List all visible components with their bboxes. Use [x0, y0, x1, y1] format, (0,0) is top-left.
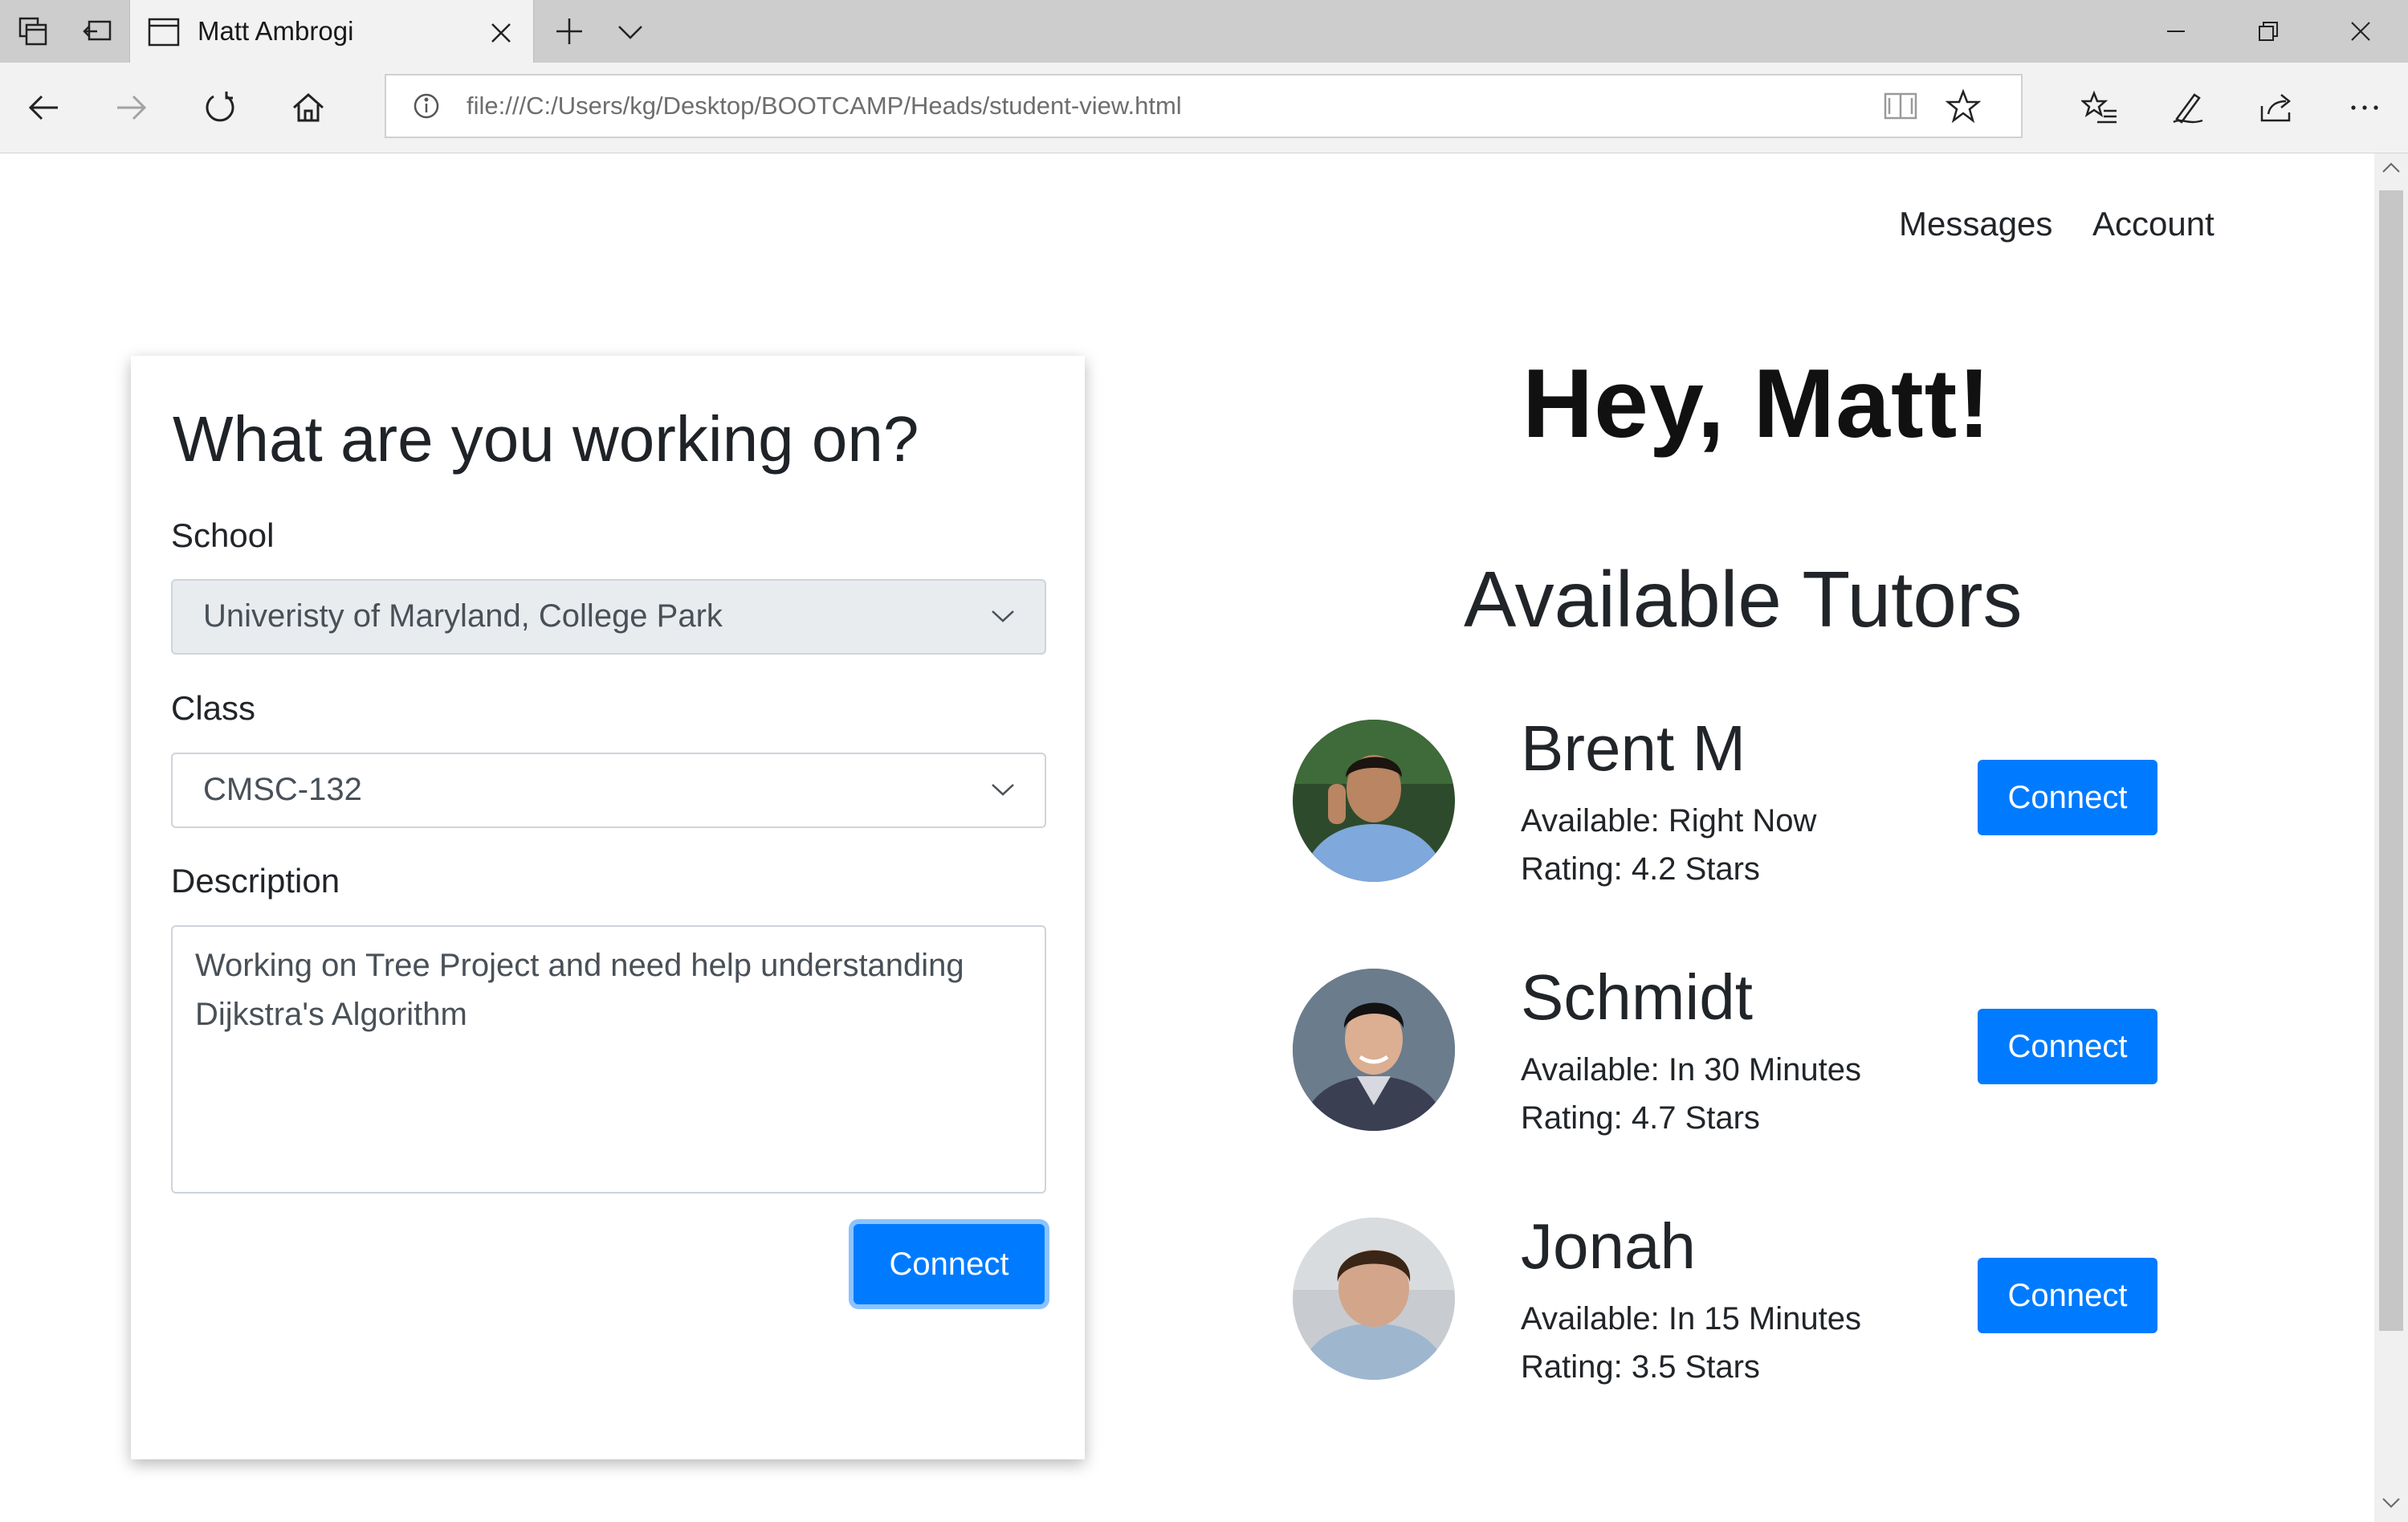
tab-active[interactable]: Matt Ambrogi: [129, 0, 534, 64]
set-aside-tabs-icon[interactable]: [10, 8, 56, 55]
form-title: What are you working on?: [173, 403, 919, 475]
school-select[interactable]: Univeristy of Maryland, College Park: [171, 579, 1046, 655]
school-label: School: [171, 516, 275, 554]
nav-link-account[interactable]: Account: [2092, 205, 2214, 243]
scroll-up-icon[interactable]: [2382, 161, 2401, 174]
tutor-availability: Available: In 15 Minutes: [1521, 1301, 1861, 1336]
refresh-icon[interactable]: [197, 84, 243, 131]
tutor-rating: Rating: 4.7 Stars: [1521, 1100, 1760, 1136]
available-tutors-heading: Available Tutors: [1464, 555, 2023, 643]
greeting-heading: Hey, Matt!: [1522, 349, 1991, 458]
class-select[interactable]: CMSC-132: [171, 753, 1046, 828]
reading-view-icon[interactable]: [1883, 90, 1918, 122]
address-bar: file:///C:/Users/kg/Desktop/BOOTCAMP/Hea…: [0, 63, 2408, 153]
url-field[interactable]: file:///C:/Users/kg/Desktop/BOOTCAMP/Hea…: [385, 74, 2023, 138]
tutor-name: Brent M: [1521, 712, 1746, 784]
share-icon[interactable]: [2253, 84, 2300, 131]
tutor-connect-button[interactable]: Connect: [1978, 760, 2157, 835]
favorites-hub-icon[interactable]: [2076, 84, 2123, 131]
info-icon[interactable]: [412, 92, 441, 120]
restore-icon[interactable]: [2224, 0, 2312, 63]
class-select-value: CMSC-132: [203, 772, 362, 807]
tab-preview-icon[interactable]: [74, 8, 120, 55]
favorite-star-icon[interactable]: [1946, 88, 1981, 124]
form-connect-button[interactable]: Connect: [854, 1224, 1045, 1304]
more-menu-icon[interactable]: [2341, 84, 2388, 131]
school-select-value: Univeristy of Maryland, College Park: [203, 598, 723, 634]
vertical-scrollbar[interactable]: [2374, 153, 2408, 1522]
description-label: Description: [171, 862, 340, 900]
page-icon: [148, 18, 180, 47]
chevron-down-icon: [990, 781, 1016, 798]
scrollbar-thumb[interactable]: [2379, 190, 2403, 1331]
nav-link-messages[interactable]: Messages: [1899, 205, 2052, 243]
tutor-rating: Rating: 4.2 Stars: [1521, 851, 1760, 887]
minimize-icon[interactable]: [2132, 0, 2220, 63]
description-textarea[interactable]: Working on Tree Project and need help un…: [171, 925, 1046, 1194]
avatar: [1293, 969, 1455, 1131]
avatar: [1293, 1218, 1455, 1380]
tutor-name: Jonah: [1521, 1210, 1696, 1282]
scroll-down-icon[interactable]: [2382, 1496, 2401, 1509]
tutor-card: Brent M Available: Right Now Rating: 4.2…: [1293, 712, 2256, 888]
class-label: Class: [171, 689, 256, 727]
home-icon[interactable]: [285, 84, 332, 131]
tutor-connect-button[interactable]: Connect: [1978, 1009, 2157, 1084]
tutor-rating: Rating: 3.5 Stars: [1521, 1349, 1760, 1385]
tutor-card: Jonah Available: In 15 Minutes Rating: 3…: [1293, 1210, 2256, 1386]
tab-list-chevron-icon[interactable]: [607, 8, 654, 55]
tutor-name: Schmidt: [1521, 961, 1753, 1033]
tab-title: Matt Ambrogi: [198, 16, 354, 46]
notes-pen-icon[interactable]: [2165, 84, 2211, 131]
request-form-card: What are you working on? School Univeris…: [131, 356, 1085, 1459]
url-text: file:///C:/Users/kg/Desktop/BOOTCAMP/Hea…: [467, 92, 1182, 120]
close-tab-icon[interactable]: [483, 15, 519, 51]
new-tab-icon[interactable]: [546, 8, 593, 55]
forward-icon[interactable]: [108, 84, 155, 131]
close-window-icon[interactable]: [2316, 0, 2405, 63]
tutor-card: Schmidt Available: In 30 Minutes Rating:…: [1293, 961, 2256, 1137]
tab-bar: Matt Ambrogi: [0, 0, 2408, 64]
chevron-down-icon: [990, 608, 1016, 624]
tutor-availability: Available: In 30 Minutes: [1521, 1052, 1861, 1087]
avatar: [1293, 720, 1455, 882]
back-icon[interactable]: [20, 84, 67, 131]
tutor-availability: Available: Right Now: [1521, 803, 1817, 839]
tutor-connect-button[interactable]: Connect: [1978, 1258, 2157, 1333]
